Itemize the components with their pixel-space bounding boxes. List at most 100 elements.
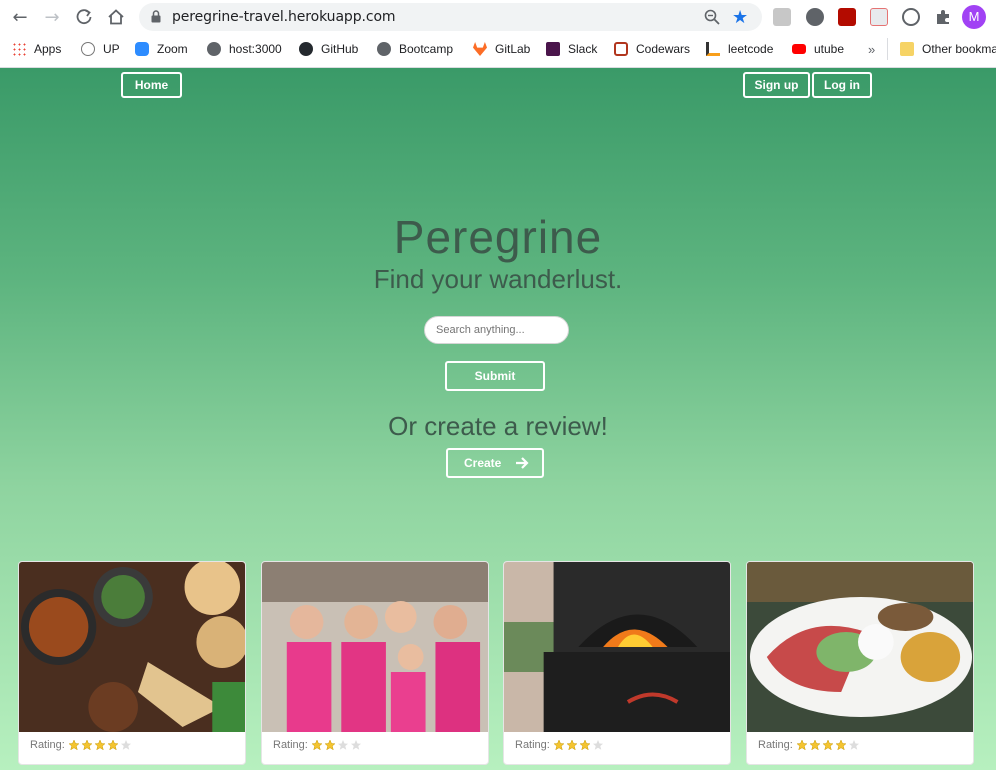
bookmark-slack[interactable]: Slack — [546, 38, 597, 60]
extension-bracket-icon[interactable] — [902, 8, 920, 26]
back-icon[interactable]: ← — [8, 5, 32, 29]
star-empty-icon — [592, 740, 603, 750]
slack-icon — [546, 42, 560, 56]
bookmark-label: Zoom — [157, 42, 188, 56]
page-content: Home Sign up Log in Peregrine Find your … — [0, 68, 996, 770]
login-button[interactable]: Log in — [812, 72, 872, 98]
zoom-app-icon — [135, 42, 149, 56]
profile-avatar[interactable]: M — [962, 5, 986, 29]
folder-icon — [900, 42, 914, 56]
bookmark-label: GitLab — [495, 42, 531, 56]
create-button[interactable]: Create — [446, 448, 544, 478]
bookmark-codewars[interactable]: Codewars — [614, 38, 690, 60]
people-photo — [262, 562, 488, 732]
globe-icon — [207, 42, 221, 56]
home-icon[interactable] — [104, 5, 128, 29]
bookmark-github[interactable]: GitHub — [299, 38, 358, 60]
home-button[interactable]: Home — [121, 72, 182, 98]
star-filled-icon — [822, 739, 834, 751]
star-empty-icon — [848, 740, 859, 750]
star-filled-icon — [68, 739, 80, 751]
address-bar[interactable]: peregrine-travel.herokuapp.com ★ — [139, 3, 762, 31]
plate-photo — [747, 562, 973, 732]
create-heading: Or create a review! — [388, 411, 608, 441]
puzzle-extensions-icon[interactable] — [934, 8, 952, 26]
review-card[interactable]: Rating: — [746, 561, 974, 765]
bookmark-star-icon[interactable]: ★ — [732, 7, 752, 27]
bookmark-label: Slack — [568, 42, 598, 56]
rating: Rating: — [758, 739, 861, 751]
star-empty-icon — [120, 740, 131, 750]
signup-button[interactable]: Sign up — [743, 72, 810, 98]
submit-button[interactable]: Submit — [445, 361, 545, 391]
bookmark-bootcamp[interactable]: Bootcamp — [377, 38, 453, 60]
up-icon — [81, 42, 95, 56]
bookmark-host[interactable]: host:3000 — [207, 38, 282, 60]
star-filled-icon — [579, 739, 591, 751]
bookmark-label: Bootcamp — [399, 42, 454, 56]
browser-toolbar: ← → peregrine-travel.herokuapp.com ★ M A… — [0, 0, 996, 68]
star-filled-icon — [107, 739, 119, 751]
bookmark-zoom[interactable]: Zoom — [135, 38, 188, 60]
rating-stars — [796, 739, 861, 751]
extension-r-icon[interactable] — [773, 8, 791, 26]
star-empty-icon — [350, 740, 361, 750]
bookmark-utube[interactable]: utube — [792, 38, 844, 60]
leetcode-icon — [706, 42, 720, 56]
rating-label: Rating: — [515, 739, 550, 751]
rating: Rating: — [30, 739, 133, 751]
bookmark-up[interactable]: UP — [81, 38, 120, 60]
extension-circle-icon[interactable] — [806, 8, 824, 26]
star-filled-icon — [94, 739, 106, 751]
review-card[interactable]: Rating: — [261, 561, 489, 765]
rating-stars — [68, 739, 133, 751]
extension-badge-icon[interactable] — [870, 8, 888, 26]
bookmarks-bar: Apps UP Zoom host:3000 GitHub Bootcamp G… — [0, 38, 996, 60]
bookmark-apps[interactable]: Apps — [12, 38, 61, 60]
star-filled-icon — [311, 739, 323, 751]
star-filled-icon — [796, 739, 808, 751]
hero-subtitle: Find your wanderlust. — [373, 264, 623, 294]
food-photo — [19, 562, 245, 732]
rating-label: Rating: — [30, 739, 65, 751]
star-filled-icon — [324, 739, 336, 751]
rating-stars — [311, 739, 363, 751]
rating-label: Rating: — [273, 739, 308, 751]
bookmark-gitlab[interactable]: GitLab — [473, 38, 530, 60]
star-empty-icon — [337, 740, 348, 750]
hero-title: Peregrine — [393, 211, 603, 263]
star-filled-icon — [809, 739, 821, 751]
oven-photo — [504, 562, 730, 732]
arrow-right-icon — [516, 457, 529, 469]
globe-icon — [377, 42, 391, 56]
search-input[interactable] — [424, 316, 569, 344]
create-label: Create — [464, 456, 502, 470]
bookmark-label: GitHub — [321, 42, 359, 56]
star-filled-icon — [553, 739, 565, 751]
rating: Rating: — [515, 739, 605, 751]
bookmark-label: Apps — [34, 42, 62, 56]
star-filled-icon — [835, 739, 847, 751]
star-filled-icon — [81, 739, 93, 751]
review-card[interactable]: Rating: — [503, 561, 731, 765]
bookmark-label: utube — [814, 42, 845, 56]
url-text: peregrine-travel.herokuapp.com — [172, 9, 396, 25]
star-filled-icon — [566, 739, 578, 751]
rating: Rating: — [273, 739, 363, 751]
review-card[interactable]: Rating: — [18, 561, 246, 765]
bookmark-other[interactable]: Other bookmarks — [900, 38, 996, 60]
forward-icon[interactable]: → — [40, 5, 64, 29]
bookmark-leetcode[interactable]: leetcode — [706, 38, 773, 60]
pdf-extension-icon[interactable] — [838, 8, 856, 26]
apps-grid-icon — [12, 42, 26, 56]
bookmark-label: UP — [103, 42, 120, 56]
rating-stars — [553, 739, 605, 751]
more-bookmarks-button[interactable]: » — [868, 38, 875, 60]
bookmark-label: host:3000 — [229, 42, 282, 56]
reload-icon[interactable] — [72, 5, 96, 29]
gitlab-icon — [473, 42, 487, 56]
github-icon — [299, 42, 313, 56]
zoom-icon[interactable] — [704, 9, 720, 25]
bookmark-label: Codewars — [636, 42, 691, 56]
lock-icon — [151, 10, 161, 23]
